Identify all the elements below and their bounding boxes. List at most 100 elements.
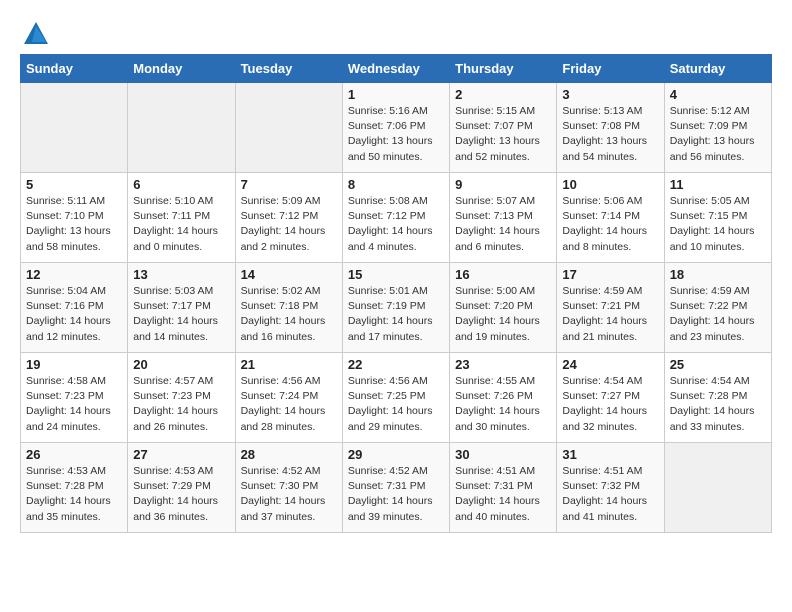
day-number: 2 bbox=[455, 87, 551, 102]
calendar-cell: 8 Sunrise: 5:08 AM Sunset: 7:12 PM Daylig… bbox=[342, 173, 449, 263]
day-header-thursday: Thursday bbox=[450, 55, 557, 83]
calendar-cell: 25 Sunrise: 4:54 AM Sunset: 7:28 PM Dayli… bbox=[664, 353, 771, 443]
calendar-cell: 17 Sunrise: 4:59 AM Sunset: 7:21 PM Dayli… bbox=[557, 263, 664, 353]
day-header-tuesday: Tuesday bbox=[235, 55, 342, 83]
day-number: 17 bbox=[562, 267, 658, 282]
day-info: Sunrise: 4:57 AM Sunset: 7:23 PM Dayligh… bbox=[133, 374, 229, 435]
calendar-cell: 1 Sunrise: 5:16 AM Sunset: 7:06 PM Daylig… bbox=[342, 83, 449, 173]
calendar-cell: 23 Sunrise: 4:55 AM Sunset: 7:26 PM Dayli… bbox=[450, 353, 557, 443]
day-info: Sunrise: 5:06 AM Sunset: 7:14 PM Dayligh… bbox=[562, 194, 658, 255]
day-info: Sunrise: 5:05 AM Sunset: 7:15 PM Dayligh… bbox=[670, 194, 766, 255]
day-info: Sunrise: 5:13 AM Sunset: 7:08 PM Dayligh… bbox=[562, 104, 658, 165]
day-info: Sunrise: 5:02 AM Sunset: 7:18 PM Dayligh… bbox=[241, 284, 337, 345]
logo-icon bbox=[22, 20, 50, 48]
day-info: Sunrise: 5:12 AM Sunset: 7:09 PM Dayligh… bbox=[670, 104, 766, 165]
day-number: 19 bbox=[26, 357, 122, 372]
calendar-week-5: 26 Sunrise: 4:53 AM Sunset: 7:28 PM Dayli… bbox=[21, 443, 772, 533]
day-info: Sunrise: 5:04 AM Sunset: 7:16 PM Dayligh… bbox=[26, 284, 122, 345]
day-info: Sunrise: 4:59 AM Sunset: 7:21 PM Dayligh… bbox=[562, 284, 658, 345]
day-number: 28 bbox=[241, 447, 337, 462]
day-info: Sunrise: 4:53 AM Sunset: 7:29 PM Dayligh… bbox=[133, 464, 229, 525]
day-info: Sunrise: 4:52 AM Sunset: 7:30 PM Dayligh… bbox=[241, 464, 337, 525]
day-number: 13 bbox=[133, 267, 229, 282]
calendar-cell: 21Sunrise: 4:56 AM Sunset: 7:24 PM Dayli… bbox=[235, 353, 342, 443]
day-number: 1 bbox=[348, 87, 444, 102]
day-number: 5 bbox=[26, 177, 122, 192]
day-number: 18 bbox=[670, 267, 766, 282]
calendar-cell: 3Sunrise: 5:13 AM Sunset: 7:08 PM Daylig… bbox=[557, 83, 664, 173]
calendar-cell: 4 Sunrise: 5:12 AM Sunset: 7:09 PM Daylig… bbox=[664, 83, 771, 173]
day-number: 16 bbox=[455, 267, 551, 282]
day-info: Sunrise: 5:10 AM Sunset: 7:11 PM Dayligh… bbox=[133, 194, 229, 255]
calendar-cell: 28 Sunrise: 4:52 AM Sunset: 7:30 PM Dayli… bbox=[235, 443, 342, 533]
calendar-cell bbox=[128, 83, 235, 173]
calendar-week-2: 5 Sunrise: 5:11 AM Sunset: 7:10 PM Daylig… bbox=[21, 173, 772, 263]
page-header bbox=[20, 20, 772, 44]
day-number: 26 bbox=[26, 447, 122, 462]
calendar-cell: 5 Sunrise: 5:11 AM Sunset: 7:10 PM Daylig… bbox=[21, 173, 128, 263]
day-header-monday: Monday bbox=[128, 55, 235, 83]
calendar-cell: 11 Sunrise: 5:05 AM Sunset: 7:15 PM Dayli… bbox=[664, 173, 771, 263]
calendar-cell: 27 Sunrise: 4:53 AM Sunset: 7:29 PM Dayli… bbox=[128, 443, 235, 533]
calendar-cell: 2Sunrise: 5:15 AM Sunset: 7:07 PM Daylig… bbox=[450, 83, 557, 173]
day-info: Sunrise: 5:16 AM Sunset: 7:06 PM Dayligh… bbox=[348, 104, 444, 165]
calendar-cell: 20 Sunrise: 4:57 AM Sunset: 7:23 PM Dayli… bbox=[128, 353, 235, 443]
calendar-cell bbox=[664, 443, 771, 533]
calendar-cell: 6 Sunrise: 5:10 AM Sunset: 7:11 PM Daylig… bbox=[128, 173, 235, 263]
day-number: 20 bbox=[133, 357, 229, 372]
day-number: 29 bbox=[348, 447, 444, 462]
calendar-cell: 18 Sunrise: 4:59 AM Sunset: 7:22 PM Dayli… bbox=[664, 263, 771, 353]
day-info: Sunrise: 4:52 AM Sunset: 7:31 PM Dayligh… bbox=[348, 464, 444, 525]
calendar-cell: 7 Sunrise: 5:09 AM Sunset: 7:12 PM Daylig… bbox=[235, 173, 342, 263]
day-info: Sunrise: 4:55 AM Sunset: 7:26 PM Dayligh… bbox=[455, 374, 551, 435]
calendar-week-4: 19Sunrise: 4:58 AM Sunset: 7:23 PM Dayli… bbox=[21, 353, 772, 443]
calendar-cell: 31Sunrise: 4:51 AM Sunset: 7:32 PM Dayli… bbox=[557, 443, 664, 533]
day-info: Sunrise: 4:54 AM Sunset: 7:28 PM Dayligh… bbox=[670, 374, 766, 435]
day-info: Sunrise: 5:03 AM Sunset: 7:17 PM Dayligh… bbox=[133, 284, 229, 345]
day-number: 9 bbox=[455, 177, 551, 192]
calendar-cell: 30Sunrise: 4:51 AM Sunset: 7:31 PM Dayli… bbox=[450, 443, 557, 533]
calendar-cell bbox=[235, 83, 342, 173]
calendar-week-3: 12 Sunrise: 5:04 AM Sunset: 7:16 PM Dayli… bbox=[21, 263, 772, 353]
day-info: Sunrise: 5:01 AM Sunset: 7:19 PM Dayligh… bbox=[348, 284, 444, 345]
day-info: Sunrise: 4:59 AM Sunset: 7:22 PM Dayligh… bbox=[670, 284, 766, 345]
calendar-cell: 29 Sunrise: 4:52 AM Sunset: 7:31 PM Dayli… bbox=[342, 443, 449, 533]
day-info: Sunrise: 5:09 AM Sunset: 7:12 PM Dayligh… bbox=[241, 194, 337, 255]
day-header-sunday: Sunday bbox=[21, 55, 128, 83]
day-header-wednesday: Wednesday bbox=[342, 55, 449, 83]
calendar-cell: 16 Sunrise: 5:00 AM Sunset: 7:20 PM Dayli… bbox=[450, 263, 557, 353]
day-number: 15 bbox=[348, 267, 444, 282]
day-number: 23 bbox=[455, 357, 551, 372]
day-info: Sunrise: 4:56 AM Sunset: 7:25 PM Dayligh… bbox=[348, 374, 444, 435]
day-header-saturday: Saturday bbox=[664, 55, 771, 83]
calendar-cell: 26 Sunrise: 4:53 AM Sunset: 7:28 PM Dayli… bbox=[21, 443, 128, 533]
day-number: 4 bbox=[670, 87, 766, 102]
day-number: 27 bbox=[133, 447, 229, 462]
day-number: 10 bbox=[562, 177, 658, 192]
calendar-week-1: 1 Sunrise: 5:16 AM Sunset: 7:06 PM Daylig… bbox=[21, 83, 772, 173]
day-number: 21 bbox=[241, 357, 337, 372]
day-number: 14 bbox=[241, 267, 337, 282]
day-number: 24 bbox=[562, 357, 658, 372]
day-info: Sunrise: 4:53 AM Sunset: 7:28 PM Dayligh… bbox=[26, 464, 122, 525]
day-info: Sunrise: 5:00 AM Sunset: 7:20 PM Dayligh… bbox=[455, 284, 551, 345]
calendar-cell bbox=[21, 83, 128, 173]
logo bbox=[20, 20, 50, 44]
day-number: 22 bbox=[348, 357, 444, 372]
day-header-friday: Friday bbox=[557, 55, 664, 83]
day-number: 12 bbox=[26, 267, 122, 282]
day-info: Sunrise: 5:07 AM Sunset: 7:13 PM Dayligh… bbox=[455, 194, 551, 255]
day-number: 6 bbox=[133, 177, 229, 192]
calendar-cell: 22 Sunrise: 4:56 AM Sunset: 7:25 PM Dayli… bbox=[342, 353, 449, 443]
day-number: 25 bbox=[670, 357, 766, 372]
day-number: 7 bbox=[241, 177, 337, 192]
day-number: 8 bbox=[348, 177, 444, 192]
day-info: Sunrise: 5:11 AM Sunset: 7:10 PM Dayligh… bbox=[26, 194, 122, 255]
calendar-cell: 9 Sunrise: 5:07 AM Sunset: 7:13 PM Daylig… bbox=[450, 173, 557, 263]
day-number: 11 bbox=[670, 177, 766, 192]
day-info: Sunrise: 4:54 AM Sunset: 7:27 PM Dayligh… bbox=[562, 374, 658, 435]
calendar-cell: 24 Sunrise: 4:54 AM Sunset: 7:27 PM Dayli… bbox=[557, 353, 664, 443]
day-number: 30 bbox=[455, 447, 551, 462]
day-info: Sunrise: 4:51 AM Sunset: 7:32 PM Dayligh… bbox=[562, 464, 658, 525]
day-info: Sunrise: 5:08 AM Sunset: 7:12 PM Dayligh… bbox=[348, 194, 444, 255]
